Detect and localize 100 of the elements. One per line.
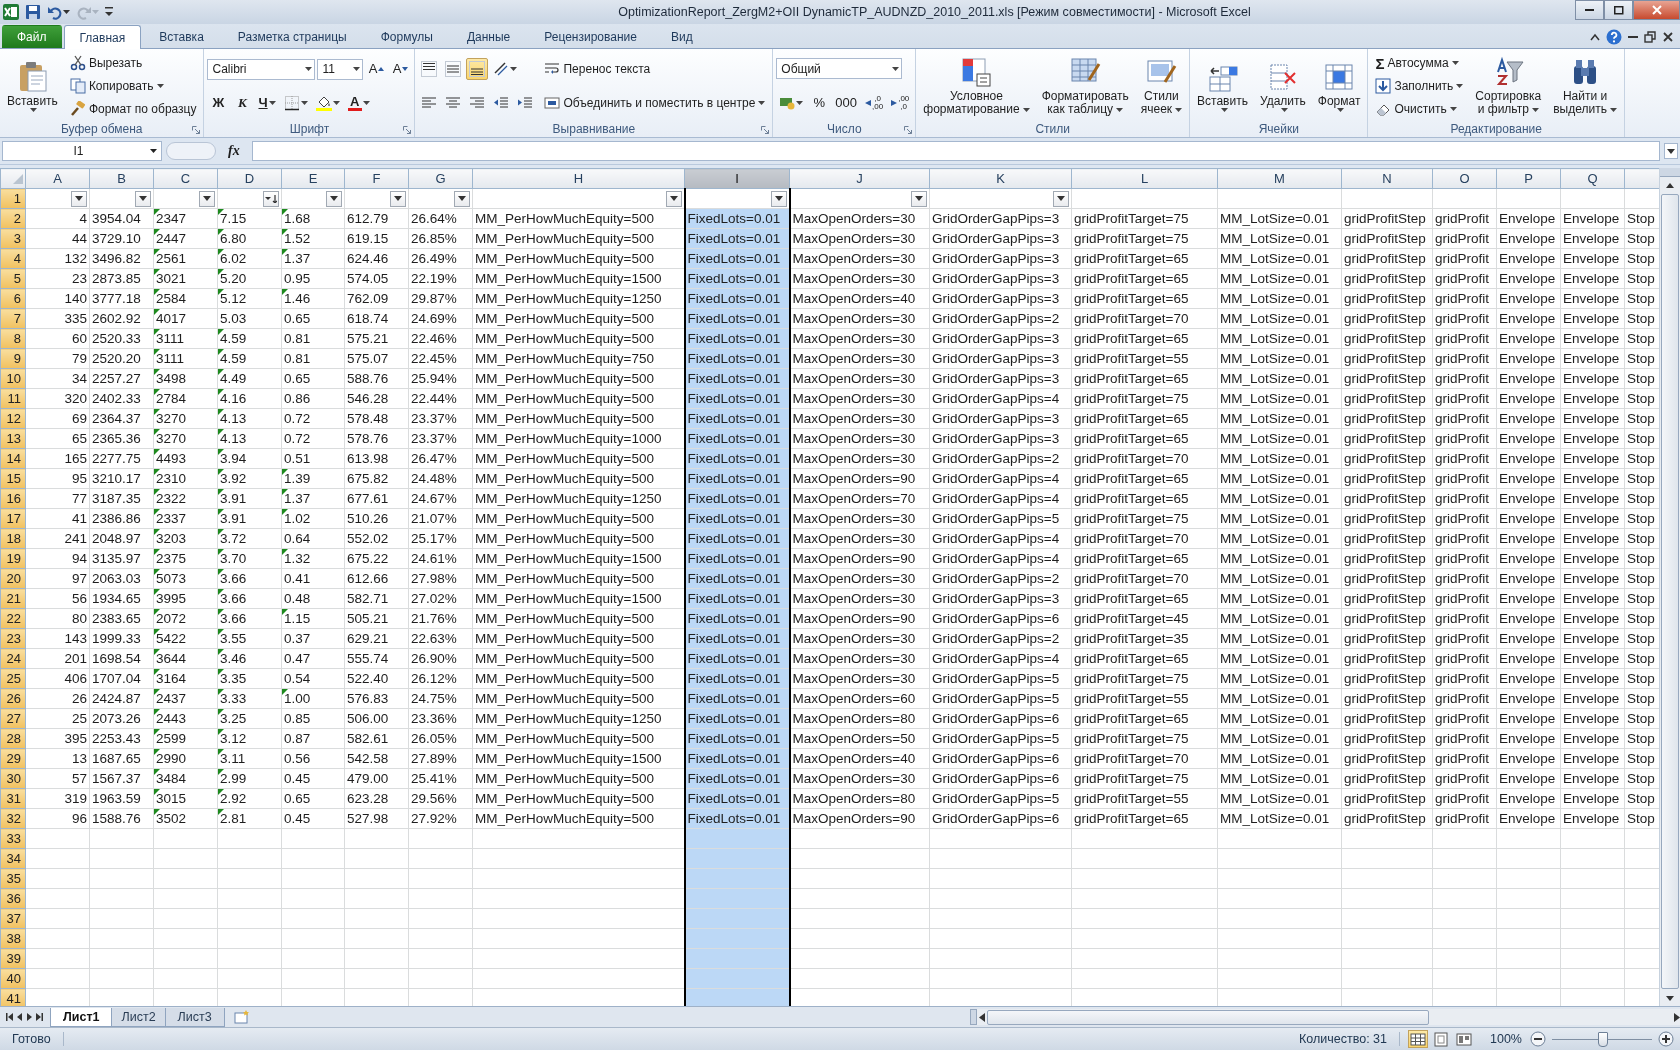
expand-formula-bar-icon[interactable] xyxy=(1664,143,1678,159)
grow-font-button[interactable]: A xyxy=(365,58,388,80)
file-tab[interactable]: Файл xyxy=(2,25,62,48)
page-break-button[interactable] xyxy=(1454,1030,1474,1048)
column-header[interactable]: G xyxy=(408,168,473,189)
column-header[interactable]: H xyxy=(472,168,685,189)
row-header[interactable]: 40 xyxy=(0,968,26,989)
row-header[interactable]: 23 xyxy=(0,628,26,649)
row-header[interactable]: 13 xyxy=(0,428,26,449)
filter-button[interactable] xyxy=(326,190,342,207)
bold-button[interactable]: Ж xyxy=(207,92,230,114)
dialog-launcher-icon[interactable] xyxy=(192,126,201,134)
close-button[interactable] xyxy=(1633,0,1680,20)
split-handle[interactable] xyxy=(970,1009,977,1025)
font-name-field[interactable]: Calibri xyxy=(207,58,316,80)
zoom-out-button[interactable] xyxy=(1530,1031,1546,1047)
row-header[interactable]: 3 xyxy=(0,228,26,249)
row-header[interactable]: 9 xyxy=(0,348,26,369)
shrink-font-button[interactable]: A xyxy=(389,58,412,80)
column-header[interactable]: N xyxy=(1341,168,1433,189)
scroll-right-icon[interactable] xyxy=(1674,1012,1680,1022)
row-header[interactable]: 32 xyxy=(0,808,26,829)
column-header[interactable]: E xyxy=(281,168,345,189)
ribbon-tab[interactable]: Вставка xyxy=(143,25,220,48)
clear-button[interactable]: Очистить xyxy=(1371,98,1461,120)
dialog-launcher-icon[interactable] xyxy=(761,126,770,134)
ribbon-tab[interactable]: Главная xyxy=(63,25,142,49)
row-header[interactable]: 25 xyxy=(0,668,26,689)
row-header[interactable]: 36 xyxy=(0,888,26,909)
row-header[interactable]: 22 xyxy=(0,608,26,629)
row-header[interactable]: 8 xyxy=(0,328,26,349)
filter-button[interactable] xyxy=(665,190,682,207)
column-header[interactable]: B xyxy=(89,168,154,189)
align-bottom-button[interactable] xyxy=(466,58,489,80)
row-header[interactable]: 24 xyxy=(0,648,26,669)
filter-button[interactable] xyxy=(1053,190,1069,207)
row-header[interactable]: 20 xyxy=(0,568,26,589)
filter-button[interactable] xyxy=(454,190,470,207)
zoom-level[interactable]: 100% xyxy=(1482,1032,1530,1046)
scroll-down-icon[interactable] xyxy=(1666,995,1674,1001)
conditional-formatting-button[interactable]: Условное форматирование xyxy=(919,54,1034,118)
filter-button[interactable] xyxy=(770,190,787,207)
sheet-tab[interactable]: Лист3 xyxy=(164,1007,225,1027)
font-color-button[interactable]: A xyxy=(344,92,373,114)
autosum-button[interactable]: Σ Автосумма xyxy=(1371,52,1463,74)
column-header[interactable]: K xyxy=(929,168,1072,189)
column-header[interactable]: F xyxy=(344,168,409,189)
ribbon-tab[interactable]: Разметка страницы xyxy=(221,25,363,48)
row-header[interactable]: 27 xyxy=(0,708,26,729)
dialog-launcher-icon[interactable] xyxy=(403,126,412,134)
row-header[interactable]: 5 xyxy=(0,268,26,289)
copy-button[interactable]: Копировать xyxy=(65,75,168,97)
ribbon-tab[interactable]: Формулы xyxy=(364,25,449,48)
column-header[interactable]: M xyxy=(1217,168,1342,189)
find-select-button[interactable]: Найти и выделить xyxy=(1549,54,1621,118)
column-header[interactable]: Q xyxy=(1560,168,1625,189)
formula-input[interactable] xyxy=(251,141,1660,161)
delete-cells-button[interactable]: Удалить xyxy=(1255,58,1310,114)
zoom-in-button[interactable] xyxy=(1658,1031,1674,1047)
row-header[interactable]: 1 xyxy=(0,188,26,209)
column-header[interactable]: L xyxy=(1071,168,1218,189)
row-header[interactable]: 11 xyxy=(0,388,26,409)
scrollbar-thumb[interactable] xyxy=(987,1009,1429,1025)
scroll-left-icon[interactable] xyxy=(979,1012,985,1022)
thousands-separator-button[interactable]: 000 xyxy=(832,91,861,114)
row-header[interactable]: 34 xyxy=(0,848,26,869)
row-header[interactable]: 19 xyxy=(0,548,26,569)
row-header[interactable]: 16 xyxy=(0,488,26,509)
row-header[interactable]: 2 xyxy=(0,208,26,229)
sheet-tab[interactable]: Лист1 xyxy=(50,1007,113,1027)
row-header[interactable]: 4 xyxy=(0,248,26,269)
scroll-up-icon[interactable] xyxy=(1666,182,1674,188)
merge-center-button[interactable]: Объединить и поместить в центре xyxy=(540,92,770,114)
underline-button[interactable]: Ч xyxy=(255,92,279,114)
cut-button[interactable]: Вырезать xyxy=(65,52,147,74)
row-header[interactable]: 35 xyxy=(0,868,26,889)
minimize-button[interactable] xyxy=(1575,0,1604,20)
last-sheet-icon[interactable] xyxy=(36,1012,44,1022)
row-header[interactable]: 26 xyxy=(0,688,26,709)
column-header[interactable]: P xyxy=(1496,168,1561,189)
ribbon-tab[interactable]: Данные xyxy=(450,25,527,48)
insert-function-button[interactable]: fx xyxy=(220,143,248,159)
row-header[interactable]: 7 xyxy=(0,308,26,329)
fill-button[interactable]: Заполнить xyxy=(1371,75,1468,97)
number-format-field[interactable]: Общий xyxy=(776,58,903,80)
first-sheet-icon[interactable] xyxy=(6,1012,14,1022)
collapse-ribbon-icon[interactable] xyxy=(1590,33,1600,41)
filter-button[interactable] xyxy=(390,190,406,207)
increase-decimal-button[interactable]: ,0 ,00 xyxy=(862,91,887,114)
split-handle[interactable] xyxy=(1660,168,1680,177)
font-size-field[interactable]: 11 xyxy=(317,58,364,80)
row-header[interactable]: 12 xyxy=(0,408,26,429)
row-header[interactable]: 31 xyxy=(0,788,26,809)
row-header[interactable]: 29 xyxy=(0,748,26,769)
format-cells-button[interactable]: Формат xyxy=(1313,58,1365,114)
column-header[interactable]: I xyxy=(684,168,790,189)
row-header[interactable]: 37 xyxy=(0,908,26,929)
row-header[interactable]: 21 xyxy=(0,588,26,609)
maximize-button[interactable] xyxy=(1604,0,1633,20)
column-header[interactable]: A xyxy=(25,168,90,189)
